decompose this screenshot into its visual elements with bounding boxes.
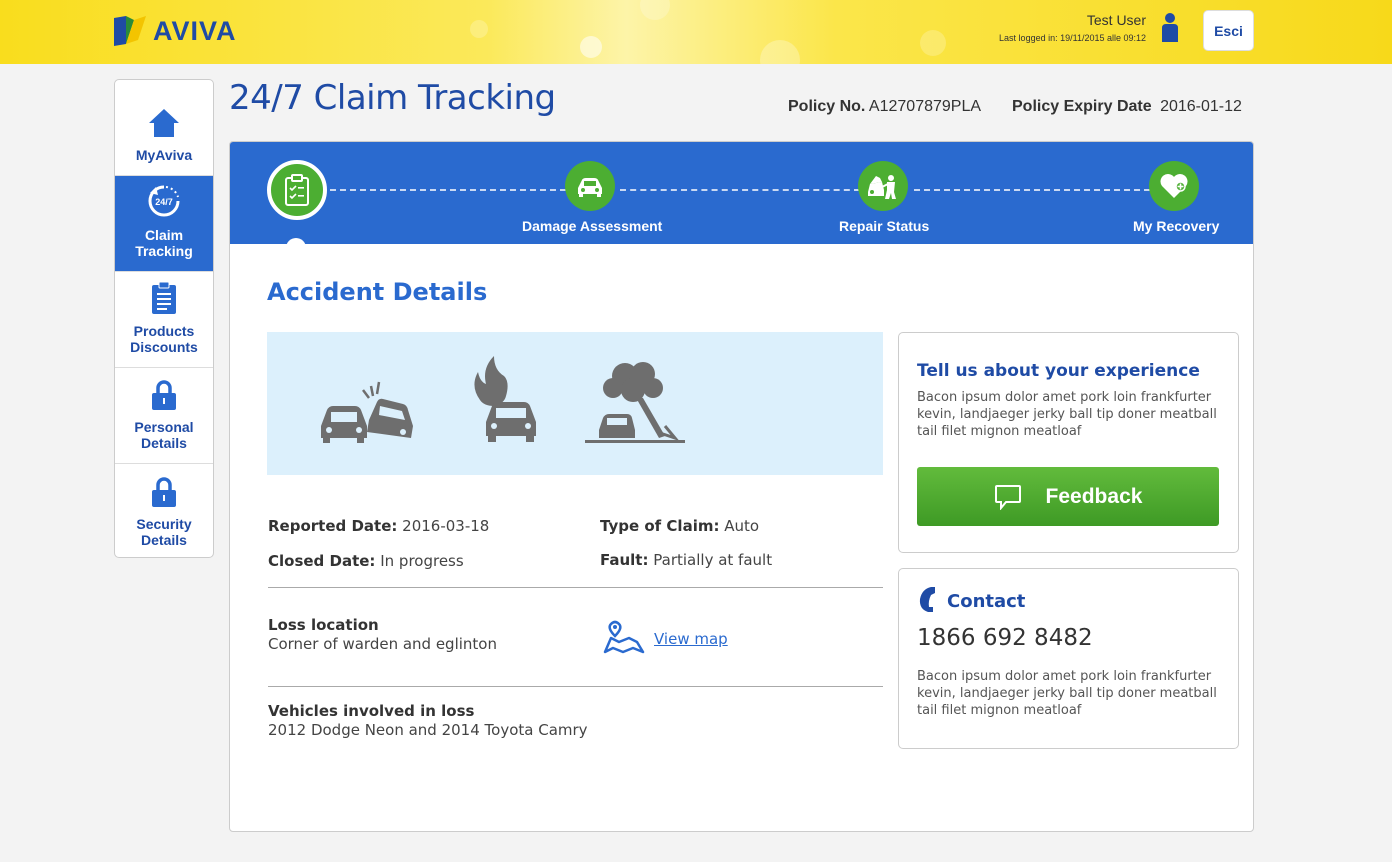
closed-date-value: In progress — [380, 552, 464, 570]
lock-icon — [152, 380, 176, 410]
reported-date-label: Reported Date: — [268, 517, 398, 535]
claim-panel: Damage Assessment Repair Status My Recov… — [229, 141, 1254, 832]
sidebar-item-claim-tracking[interactable]: 24/7 Claim Tracking — [115, 176, 213, 272]
user-info: Test User Last logged in: 19/11/2015 all… — [999, 12, 1146, 43]
divider — [268, 587, 883, 588]
step-my-recovery[interactable] — [1149, 161, 1199, 211]
car-collision-icon — [321, 381, 413, 443]
sidebar-item-label: MyAviva — [135, 147, 193, 163]
home-icon — [149, 109, 179, 137]
contact-card-text: Bacon ipsum dolor amet pork loin frankfu… — [917, 669, 1217, 718]
step-label: My Recovery — [1133, 218, 1220, 234]
policy-expiry-value: 2016-01-12 — [1160, 98, 1242, 115]
step-connector — [914, 189, 1150, 191]
policy-number: Policy No. A12707879PLA — [788, 98, 981, 116]
speech-bubble-icon — [994, 484, 1021, 510]
user-icon[interactable] — [1160, 12, 1180, 42]
closed-date-label: Closed Date: — [268, 552, 376, 570]
step-label: Repair Status — [839, 218, 930, 234]
sidebar-item-myaviva[interactable]: MyAviva — [115, 80, 213, 176]
feedback-button-label: Feedback — [1045, 484, 1143, 508]
sidebar-item-label: Details — [141, 435, 187, 451]
fault-label: Fault: — [600, 551, 649, 569]
contact-card: Contact 1866 692 8482 Bacon ipsum dolor … — [898, 568, 1239, 749]
step-connector — [620, 189, 860, 191]
tree-fall-icon — [585, 362, 685, 443]
lock-icon — [152, 477, 176, 507]
sidebar-item-label: Products — [133, 323, 195, 339]
sidebar-item-label: Discounts — [130, 339, 198, 355]
step-damage-assessment[interactable] — [565, 161, 615, 211]
policy-number-value: A12707879PLA — [868, 98, 982, 115]
reported-date-value: 2016-03-18 — [402, 517, 490, 535]
reported-date: Reported Date: 2016-03-18 — [268, 517, 489, 535]
policy-expiry-label: Policy Expiry Date — [1012, 98, 1152, 115]
contact-card-title: Contact — [947, 591, 1026, 612]
sidebar-item-security-details[interactable]: Security Details — [115, 464, 213, 557]
clipboard-check-icon — [285, 174, 309, 206]
feedback-card: Tell us about your experience Bacon ipsu… — [898, 332, 1239, 553]
feedback-card-title: Tell us about your experience — [917, 361, 1200, 381]
claim-type-label: Type of Claim: — [600, 517, 720, 535]
logout-button[interactable]: Esci — [1203, 10, 1254, 51]
mechanic-icon — [868, 175, 896, 199]
step-claim-filed[interactable] — [267, 160, 327, 220]
vehicles-label: Vehicles involved in loss — [268, 702, 475, 720]
sidebar-item-label: Tracking — [135, 243, 193, 259]
vehicles-value: 2012 Dodge Neon and 2014 Toyota Camry — [268, 721, 588, 739]
sidebar-item-label: Details — [141, 532, 187, 548]
car-icon — [578, 178, 602, 197]
loss-location-label: Loss location — [268, 616, 379, 634]
sidebar-item-label: Personal — [134, 419, 194, 435]
phone-icon — [919, 587, 935, 612]
top-header: AVIVA Test User Last logged in: 19/11/20… — [0, 0, 1392, 64]
feedback-button[interactable]: Feedback — [917, 467, 1219, 526]
claim-type: Type of Claim: Auto — [600, 517, 759, 535]
heart-plus-icon — [1160, 174, 1188, 198]
page-title: 24/7 Claim Tracking — [229, 78, 556, 118]
fault: Fault: Partially at fault — [600, 551, 772, 569]
sidebar-item-label: Security — [136, 516, 192, 532]
contact-phone[interactable]: 1866 692 8482 — [917, 625, 1093, 651]
current-step-pointer — [286, 238, 306, 258]
brand-name: AVIVA — [153, 16, 237, 46]
svg-text:24/7: 24/7 — [155, 197, 173, 207]
map-pin-icon[interactable] — [603, 620, 645, 654]
fault-value: Partially at fault — [653, 551, 773, 569]
policy-expiry: Policy Expiry Date 2016-01-12 — [1012, 98, 1242, 116]
accident-details-title: Accident Details — [267, 278, 488, 306]
car-fire-icon — [474, 356, 536, 442]
step-label: Damage Assessment — [522, 218, 663, 234]
sidebar-item-personal-details[interactable]: Personal Details — [115, 368, 213, 464]
feedback-card-text: Bacon ipsum dolor amet pork loin frankfu… — [917, 390, 1217, 439]
step-connector — [330, 189, 566, 191]
user-name: Test User — [1086, 12, 1146, 28]
closed-date: Closed Date: In progress — [268, 552, 464, 570]
divider — [268, 686, 883, 687]
sidebar-item-label: Claim — [144, 227, 184, 243]
aviva-logo[interactable]: AVIVA — [114, 16, 237, 46]
clock-24-7-icon: 24/7 — [148, 185, 180, 217]
loss-location-value: Corner of warden and eglinton — [268, 635, 497, 653]
last-logged-in: Last logged in: 19/11/2015 alle 09:12 — [999, 33, 1146, 43]
claim-progress-bar: Damage Assessment Repair Status My Recov… — [230, 142, 1253, 258]
aviva-logo-mark-icon — [114, 16, 146, 46]
view-map-link[interactable]: View map — [654, 630, 728, 648]
clipboard-icon — [152, 281, 176, 314]
sidebar-item-products-discounts[interactable]: Products Discounts — [115, 272, 213, 368]
policy-number-label: Policy No. — [788, 98, 866, 115]
incident-type-banner — [267, 332, 883, 475]
step-repair-status[interactable] — [858, 161, 908, 211]
sidebar: MyAviva 24/7 Claim Tracking Products Dis… — [114, 79, 214, 558]
claim-type-value: Auto — [724, 517, 760, 535]
